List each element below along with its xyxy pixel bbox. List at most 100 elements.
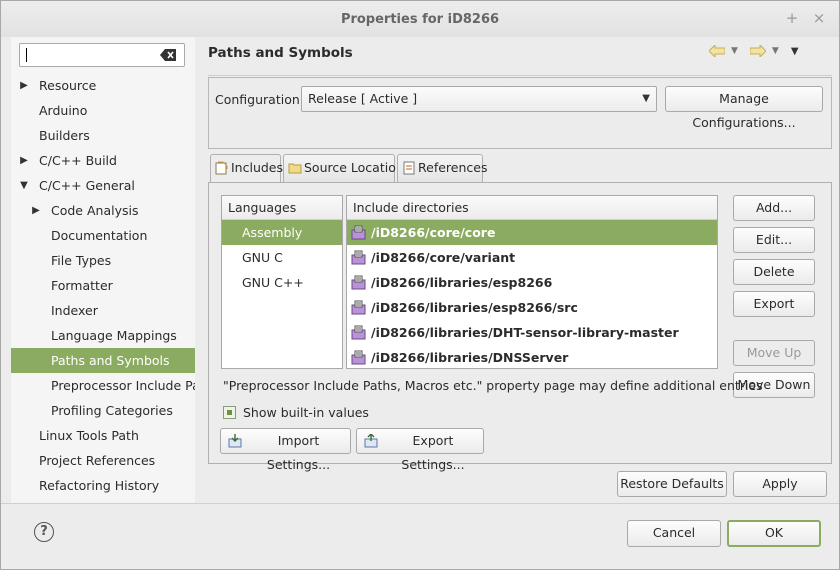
languages-list: Languages Assembly GNU C GNU C++ [221, 195, 343, 369]
include-directory-item[interactable]: /iD8266/libraries/esp8266/src [347, 295, 717, 320]
delete-button[interactable]: Delete [733, 259, 815, 285]
export-settings-icon [364, 434, 378, 448]
apply-button[interactable]: Apply [733, 471, 827, 497]
tab-source-location-label: Source Location [304, 160, 404, 175]
folder-icon [288, 163, 302, 174]
expander-icon[interactable]: ▼ [19, 173, 29, 198]
show-builtin-label: Show built-in values [243, 405, 369, 420]
sidebar-item-arduino[interactable]: Arduino [11, 98, 195, 123]
property-tree: ▶ Resource Arduino Builders ▶ C/C++ Build ▼ C/C… [11, 73, 195, 498]
sidebar-item-preprocessor-include-paths-macros-etc[interactable]: Preprocessor Include Paths, Macros etc. [11, 373, 195, 398]
export-button[interactable]: Export [733, 291, 815, 317]
sidebar-item-label: Refactoring History [39, 478, 160, 493]
include-directory-item[interactable]: /iD8266/libraries/esp8266 [347, 270, 717, 295]
tab-references[interactable]: References [397, 154, 487, 182]
include-directory-item[interactable]: /iD8266/core/core [347, 220, 717, 245]
export-settings-label: Export Settings... [401, 433, 465, 472]
sidebar-item-label: Documentation [51, 228, 148, 243]
sidebar-item-formatter[interactable]: Formatter [11, 273, 195, 298]
show-builtin-checkbox[interactable] [223, 406, 236, 419]
include-directory-path: /iD8266/libraries/DNSServer [371, 350, 569, 365]
configuration-label: Configuration: [215, 92, 304, 107]
cancel-button[interactable]: Cancel [627, 520, 721, 547]
language-item[interactable]: GNU C [222, 245, 342, 270]
configuration-group: Configuration: Release [ Active ] ▼ Mana… [208, 77, 832, 149]
manage-configurations-button[interactable]: Manage Configurations... [665, 86, 823, 130]
header-divider [208, 75, 832, 76]
info-note: "Preprocessor Include Paths, Macros etc.… [223, 378, 763, 393]
sidebar-item-c-c-build[interactable]: ▶ C/C++ Build [11, 148, 195, 173]
sidebar-item-profiling-categories[interactable]: Profiling Categories [11, 398, 195, 423]
import-settings-label: Import Settings... [266, 433, 331, 472]
sidebar-item-project-references[interactable]: Project References [11, 448, 195, 473]
text-caret [26, 48, 27, 62]
sidebar-item-code-analysis[interactable]: ▶ Code Analysis [11, 198, 195, 223]
export-settings-button[interactable]: Export Settings... [356, 428, 484, 472]
tab-source-location[interactable]: Source Location [283, 154, 404, 182]
sidebar-item-label: Code Analysis [51, 203, 139, 218]
restore-defaults-button[interactable]: Restore Defaults [617, 471, 727, 497]
import-settings-button[interactable]: Import Settings... [220, 428, 351, 472]
include-directory-item[interactable]: /iD8266/core/variant [347, 245, 717, 270]
expander-icon[interactable]: ▶ [19, 148, 29, 173]
sidebar-item-documentation[interactable]: Documentation [11, 223, 195, 248]
page-title: Paths and Symbols [208, 45, 353, 61]
forward-dropdown-icon[interactable]: ▼ [772, 46, 779, 56]
configuration-select[interactable]: Release [ Active ] ▼ [301, 86, 657, 112]
import-icon [228, 434, 242, 448]
language-item[interactable]: GNU C++ [222, 270, 342, 295]
sidebar-item-resource[interactable]: ▶ Resource [11, 73, 195, 98]
sidebar-item-language-mappings[interactable]: Language Mappings [11, 323, 195, 348]
view-menu-icon[interactable]: ▼ [791, 46, 799, 57]
forward-arrow-icon[interactable] [749, 45, 766, 57]
include-folder-icon [351, 275, 366, 290]
window-title: Properties for iD8266 [340, 11, 500, 27]
sidebar-item-label: Project References [39, 453, 156, 468]
sidebar-item-label: Profiling Categories [51, 403, 173, 418]
sidebar-item-builders[interactable]: Builders [11, 123, 195, 148]
sidebar-item-label: Linux Tools Path [39, 428, 139, 443]
tab-includes[interactable]: Includes [210, 154, 284, 183]
chevron-down-icon: ▼ [642, 93, 650, 104]
back-dropdown-icon[interactable]: ▼ [731, 46, 738, 56]
include-folder-icon [351, 225, 366, 240]
language-item[interactable]: Assembly [222, 220, 342, 245]
sidebar-item-refactoring-history[interactable]: Refactoring History [11, 473, 195, 498]
ok-button[interactable]: OK [727, 520, 821, 547]
configuration-value: Release [ Active ] [308, 91, 418, 106]
sidebar-item-indexer[interactable]: Indexer [11, 298, 195, 323]
include-directory-item[interactable]: /iD8266/libraries/DNSServer [347, 345, 717, 368]
include-folder-icon [351, 325, 366, 340]
expander-icon[interactable]: ▶ [31, 198, 41, 223]
edit-button[interactable]: Edit... [733, 227, 815, 253]
include-directories-header[interactable]: Include directories [347, 196, 717, 220]
sidebar-item-c-c-general[interactable]: ▼ C/C++ General [11, 173, 195, 198]
sidebar-item-label: Indexer [51, 303, 98, 318]
filter-input[interactable] [19, 43, 185, 67]
maximize-button[interactable]: + [785, 11, 799, 26]
references-icon [403, 161, 415, 175]
clear-icon[interactable] [160, 49, 176, 61]
include-folder-icon [351, 350, 366, 365]
sidebar-item-label: C/C++ General [39, 178, 135, 193]
back-arrow-icon[interactable] [709, 45, 725, 57]
sidebar-item-paths-and-symbols[interactable]: Paths and Symbols [11, 348, 195, 373]
languages-header[interactable]: Languages [222, 196, 342, 220]
show-builtin-row[interactable]: Show built-in values [223, 405, 369, 420]
include-directory-path: /iD8266/libraries/esp8266 [371, 275, 553, 290]
sidebar-item-label: Preprocessor Include Paths, Macros etc. [51, 378, 195, 393]
footer-divider [1, 503, 839, 504]
sidebar-item-linux-tools-path[interactable]: Linux Tools Path [11, 423, 195, 448]
tab-includes-label: Includes [231, 160, 284, 175]
expander-icon[interactable]: ▶ [19, 73, 29, 98]
sidebar-item-file-types[interactable]: File Types [11, 248, 195, 273]
include-directories-list: Include directories /iD8266/core/core/iD… [346, 195, 718, 369]
add-button[interactable]: Add... [733, 195, 815, 221]
close-button[interactable]: × [812, 11, 826, 26]
help-icon[interactable]: ? [34, 522, 54, 542]
includes-icon [215, 161, 228, 175]
properties-dialog: Properties for iD8266 + × ▶ Resource Ardui… [0, 0, 840, 570]
tab-references-label: References [418, 160, 488, 175]
include-directory-item[interactable]: /iD8266/libraries/DHT-sensor-library-mas… [347, 320, 717, 345]
move-up-button[interactable]: Move Up [733, 340, 815, 366]
